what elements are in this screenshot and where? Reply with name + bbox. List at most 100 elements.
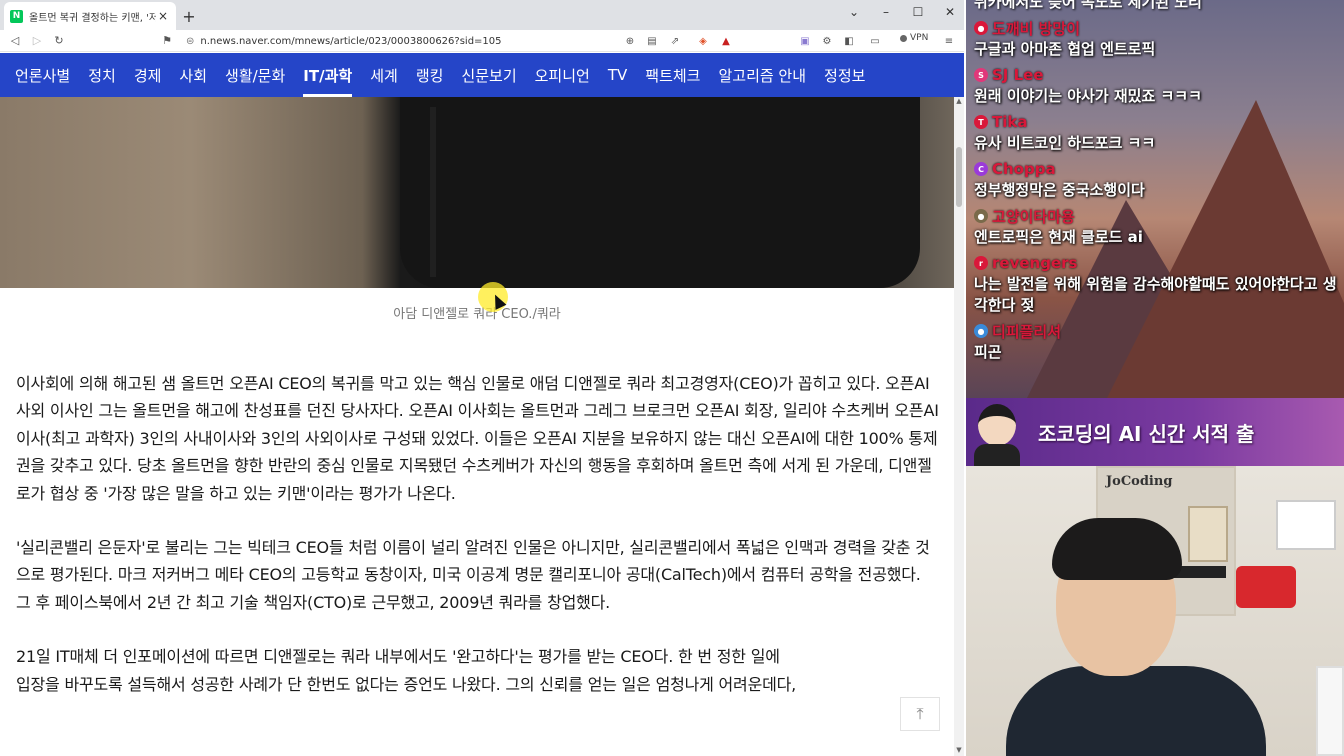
user-avatar-icon: r [974,256,988,270]
url-text: n.news.naver.com/mnews/article/023/00038… [200,35,502,47]
tab-bar: N 올트먼 복귀 결정하는 키맨, '저커 × + [0,0,964,30]
nav-item[interactable]: 생활/문화 [216,53,294,97]
article-body: 이사회에 의해 해고된 샘 올트먼 오픈AI CEO의 복귀를 막고 있는 핵심… [16,370,940,698]
chat-message-text: 피곤 [974,343,1002,361]
rewards-icon[interactable]: ▲ [717,33,735,49]
sidebar-icon[interactable]: ◧ [840,33,858,49]
scroll-thumb[interactable] [956,147,962,207]
nav-item[interactable]: 경제 [125,53,171,97]
share-icon[interactable]: ⇗ [666,33,684,49]
zoom-icon[interactable]: ⊕ [621,33,639,49]
article-photo [0,97,954,288]
address-bar: ◁ ▷ ↻ ⚑ ⊜ n.news.naver.com/mnews/article… [0,30,964,52]
tab-search-icon[interactable]: ⌄ [838,0,870,24]
article-paragraph: 21일 IT매체 더 인포메이션에 따르면 디앤젤로는 쿼라 내부에서도 '완고… [16,647,780,667]
photo-caption: 아담 디앤젤로 쿼라 CEO./쿼라 [393,307,561,322]
promo-banner: 조코딩의 AI 신간 서적 출 [966,398,1344,466]
mascot-body [974,444,1020,466]
photo-detail [430,107,436,277]
browser-window: N 올트먼 복귀 결정하는 키맨, '저커 × + ⌄ – ☐ ✕ ◁ ▷ ↻ … [0,0,964,756]
chat-message-text: 나는 발전을 위해 위험을 감수해야할때도 있어야한다고 생각한다 젖 [974,275,1337,314]
user-avatar-icon: ● [974,324,988,338]
chat-message-text: 엔트로픽은 현재 클로드 ai [974,228,1143,246]
nav-item[interactable]: 랭킹 [407,53,453,97]
nav-item[interactable]: 정정보 [815,53,874,97]
maximize-icon[interactable]: ☐ [902,0,934,24]
wall-logo: JoCoding [1106,474,1173,489]
nav-item[interactable]: 세계 [361,53,407,97]
cam-poster [1188,506,1228,562]
back-icon[interactable]: ◁ [4,31,26,51]
scroll-down-icon[interactable]: ▼ [954,746,964,756]
scroll-up-icon[interactable]: ▲ [954,97,964,107]
scroll-to-top-button[interactable]: ⤒ [900,697,940,731]
article-paragraph: 입장을 바꾸도록 설득해서 성공한 사례가 단 한번도 없다는 증언도 나왔다.… [16,674,797,694]
chat-message: r revengers 나는 발전을 위해 위험을 감수해야할때도 있어야한다고 … [974,252,1340,316]
chat-message-text: 구글과 아마존 협업 엔트로픽 [974,40,1156,58]
user-avatar-icon: S [974,68,988,82]
chat-message-text: 유사 비트코인 하드포크 ㅋㅋ [974,134,1156,152]
stream-panel: 뒤카에서도 늦어 목도로 세기된 노리 ● 도깨비 방망이 구글과 아마존 협업 … [966,0,1344,756]
brave-shield-icon[interactable]: ◈ [694,33,712,49]
site-info-icon[interactable]: ⊜ [186,36,194,47]
tab-title: 올트먼 복귀 결정하는 키맨, '저커 [29,12,156,24]
user-avatar-icon: ● [974,21,988,35]
vpn-button[interactable]: VPN [900,33,928,43]
url-field[interactable]: ⊜ n.news.naver.com/mnews/article/023/000… [186,32,626,50]
bookmark-icon[interactable]: ⚑ [156,31,178,51]
nav-item[interactable]: TV [599,53,636,97]
extension-icon[interactable]: ▣ [796,33,814,49]
browser-tab[interactable]: N 올트먼 복귀 결정하는 키맨, '저커 × [4,2,176,30]
chat-username: revengers [992,254,1078,272]
live-chat: 뒤카에서도 늦어 목도로 세기된 노리 ● 도깨비 방망이 구글과 아마존 협업 … [974,0,1340,367]
chat-message-text: 정부행정막은 중국소행이다 [974,181,1145,199]
chat-username: Choppa [992,160,1056,178]
chat-message: S SJ Lee 원래 이야기는 야사가 재밌죠 ㅋㅋㅋ [974,64,1340,107]
naver-news-nav: 언론사별 정치 경제 사회 생활/문화 IT/과학 세계 랭킹 신문보기 오피니… [0,53,964,97]
forward-icon[interactable]: ▷ [26,31,48,51]
close-window-icon[interactable]: ✕ [934,0,964,24]
chat-username: 고양이타마용 [992,207,1075,226]
chat-message: ● 고양이타마용 엔트로픽은 현재 클로드 ai [974,205,1340,248]
nav-item[interactable]: 사회 [170,53,216,97]
nav-item[interactable]: 신문보기 [452,53,525,97]
reload-icon[interactable]: ↻ [48,31,70,51]
user-avatar-icon: ● [974,209,988,223]
chat-message: C Choppa 정부행정막은 중국소행이다 [974,158,1340,201]
page-scrollbar[interactable]: ▲ ▼ [954,97,964,756]
vpn-dot-icon [900,34,907,42]
mascot-head [978,404,1016,446]
nav-item[interactable]: 언론사별 [15,53,79,97]
puzzle-icon[interactable]: ⚙ [818,33,836,49]
banner-text: 조코딩의 AI 신간 서적 출 [1038,421,1255,446]
article-paragraph: 이사회에 의해 해고된 샘 올트먼 오픈AI CEO의 복귀를 막고 있는 핵심… [16,374,939,503]
photo-subject [400,97,920,288]
reader-icon[interactable]: ▤ [643,33,661,49]
streamer-hair [1052,518,1182,580]
nav-item[interactable]: 오피니언 [526,53,599,97]
cam-monitor [1276,500,1336,550]
chat-username: Tika [992,113,1028,131]
tab-close-icon[interactable]: × [156,9,170,23]
article-paragraph: '실리콘밸리 은둔자'로 불리는 그는 빅테크 CEO들 처럼 이름이 널리 알… [16,538,930,612]
nav-item[interactable]: 팩트체크 [636,53,709,97]
chat-message: T Tika 유사 비트코인 하드포크 ㅋㅋ [974,111,1340,154]
chat-username: 도깨비 방망이 [992,19,1081,38]
menu-icon[interactable]: ≡ [940,33,958,49]
webcam-feed: JoCoding [966,466,1344,756]
nav-item-active[interactable]: IT/과학 [294,53,361,97]
cam-bottle [1316,666,1344,756]
mascot-icon [966,398,1026,466]
vpn-label: VPN [910,33,929,43]
play-button-plaque-icon [1236,566,1296,608]
chat-message: ● 디피플리셔 피곤 [974,320,1340,363]
minimize-icon[interactable]: – [870,0,902,24]
naver-favicon-icon: N [10,9,23,23]
nav-item[interactable]: 알고리즘 안내 [709,53,815,97]
chat-username: 디피플리셔 [992,322,1062,341]
chat-message-text: 뒤카에서도 늦어 목도로 세기된 노리 [974,0,1202,11]
wallet-icon[interactable]: ▭ [866,33,884,49]
new-tab-icon[interactable]: + [176,2,202,30]
nav-item[interactable]: 정치 [79,53,125,97]
streamer-body [1006,666,1266,756]
